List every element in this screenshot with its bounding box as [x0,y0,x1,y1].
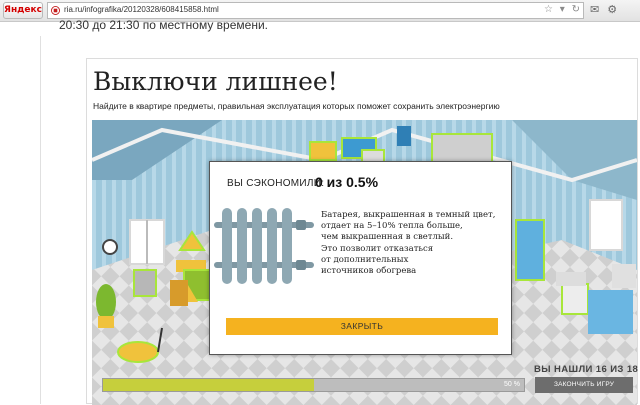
radiator-icon [214,208,314,284]
page-top-text: 20:30 до 21:30 по местному времени. [59,18,268,32]
info-modal: ВЫ СЭКОНОМИЛИ: 0 из 0.5% Батарея, выкраш… [209,161,512,355]
fact-line: источников обогрева [321,266,417,277]
fact-line: чем выкрашенная в светлый. [321,232,454,243]
savings-progress-bar: 50 % [102,378,525,392]
page-title: Выключи лишнее! [93,67,338,96]
bookmark-star-icon[interactable]: ☆ [544,4,553,15]
url-text: ria.ru/infografika/20120328/608415858.ht… [64,5,219,14]
address-bar[interactable]: ria.ru/infografika/20120328/608415858.ht… [47,2,584,19]
saved-label: ВЫ СЭКОНОМИЛИ: [227,178,325,189]
progress-percent: 50 % [504,381,520,388]
wrench-icon[interactable]: ⚙ [607,4,617,16]
site-favicon-icon [51,6,60,15]
fact-line: Батарея, выкрашенная в темный цвет, [321,210,496,220]
end-game-button[interactable]: ЗАКОНЧИТЬ ИГРУ [535,377,633,393]
fact-line: Это позволит отказаться [321,243,434,254]
yandex-button[interactable]: Яндекс [3,2,43,19]
dropdown-arrow-icon[interactable]: ▾ [560,4,565,15]
saved-value: 0 из 0.5% [315,174,379,190]
page-divider [40,36,41,404]
mail-icon[interactable]: ✉ [590,4,599,16]
found-counter: ВЫ НАШЛИ 16 ИЗ 18 [534,364,639,375]
fact-text: Батарея, выкрашенная в темный цвет, отда… [321,210,506,277]
fact-line: отдает на 5–10% тепла больше, [321,221,463,232]
page-subtitle: Найдите в квартире предметы, правильная … [93,101,500,111]
fact-line: от дополнительных [321,254,409,265]
reload-icon[interactable]: ↻ [572,4,580,15]
close-button[interactable]: ЗАКРЫТЬ [226,318,498,335]
progress-fill [103,379,314,391]
